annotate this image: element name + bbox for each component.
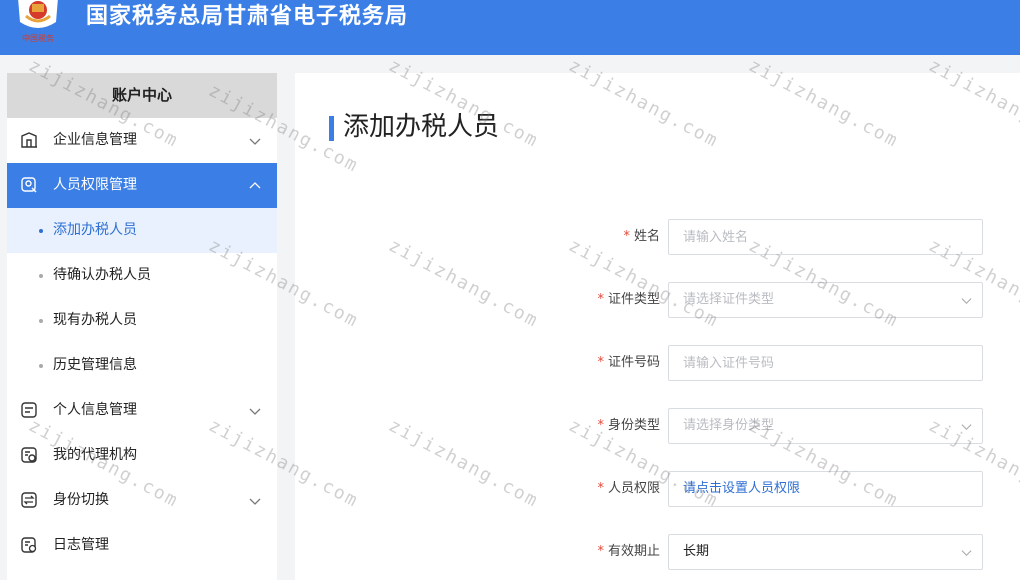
validity-label: * 有效期止 xyxy=(597,544,660,559)
sidebar-item-label: 人员权限管理 xyxy=(53,177,137,193)
validity-select[interactable]: 长期 xyxy=(668,534,983,570)
sidebar-subitem-label: 历史管理信息 xyxy=(53,357,137,373)
chevron-down-icon xyxy=(249,498,261,505)
form-row-id-number: * 证件号码 xyxy=(295,345,1020,381)
building-icon xyxy=(21,132,37,148)
sidebar-subitem-label: 待确认办税人员 xyxy=(53,267,151,283)
bullet-dot xyxy=(39,229,43,233)
sidebar-item-log-management[interactable]: 日志管理 xyxy=(7,523,277,568)
name-input[interactable] xyxy=(683,220,963,254)
chevron-down-icon xyxy=(961,298,972,305)
form-row-permissions: * 人员权限 请点击设置人员权限 xyxy=(295,471,1020,507)
chevron-down-icon xyxy=(961,424,972,431)
identity-type-label: * 身份类型 xyxy=(597,418,660,433)
set-permissions-link[interactable]: 请点击设置人员权限 xyxy=(683,481,800,496)
identity-type-select[interactable]: 请选择身份类型 xyxy=(668,408,983,444)
chevron-down-icon xyxy=(249,408,261,415)
name-field-box xyxy=(668,219,983,255)
id-type-placeholder: 请选择证件类型 xyxy=(683,292,775,307)
main-panel: 添加办税人员 *姓名 *证件类型 请选择证件类型 *证件号码 *身份类型 请选择… xyxy=(295,73,1020,580)
id-type-select[interactable]: 请选择证件类型 xyxy=(668,282,983,318)
profile-card-icon xyxy=(21,402,37,418)
sidebar-item-label: 我的代理机构 xyxy=(53,447,137,463)
bullet-dot xyxy=(39,364,43,368)
bullet-dot xyxy=(39,319,43,323)
chevron-down-icon xyxy=(961,550,972,557)
form-row-name: * 姓名 xyxy=(295,219,1020,255)
required-asterisk: * xyxy=(597,292,604,307)
identity-type-placeholder: 请选择身份类型 xyxy=(683,418,775,433)
bullet-dot xyxy=(39,274,43,278)
permissions-field[interactable]: 请点击设置人员权限 xyxy=(668,471,983,507)
sidebar-subitem-current-tax-staff[interactable]: 现有办税人员 xyxy=(7,298,277,343)
switch-icon xyxy=(21,492,37,508)
log-icon xyxy=(21,537,37,553)
svg-text:中国税务: 中国税务 xyxy=(22,33,54,43)
permissions-label: * 人员权限 xyxy=(597,481,660,496)
id-type-label: * 证件类型 xyxy=(597,292,660,307)
top-header: 中国税务 国家税务总局甘肃省电子税务局 xyxy=(0,0,1020,55)
validity-value: 长期 xyxy=(683,544,710,559)
sidebar-item-label: 身份切换 xyxy=(53,492,109,508)
sidebar-item-label: 个人信息管理 xyxy=(53,402,137,418)
sidebar-title: 账户中心 xyxy=(7,73,277,118)
title-accent-bar xyxy=(329,116,334,141)
sidebar-item-personal-info[interactable]: 个人信息管理 xyxy=(7,388,277,433)
id-number-input[interactable] xyxy=(683,346,963,380)
required-asterisk: * xyxy=(597,481,604,496)
sidebar-item-label: 企业信息管理 xyxy=(53,132,137,148)
form-row-id-type: * 证件类型 请选择证件类型 xyxy=(295,282,1020,318)
sidebar-item-label: 日志管理 xyxy=(53,537,109,553)
sidebar-item-identity-switch[interactable]: 身份切换 xyxy=(7,478,277,523)
required-asterisk: * xyxy=(597,418,604,433)
tax-emblem-logo: 中国税务 xyxy=(18,0,58,43)
required-asterisk: * xyxy=(597,544,604,559)
required-asterisk: * xyxy=(623,229,630,244)
sidebar-subitem-add-tax-staff[interactable]: 添加办税人员 xyxy=(7,208,277,253)
sidebar-subitem-label: 添加办税人员 xyxy=(53,222,137,238)
sidebar-subitem-pending-tax-staff[interactable]: 待确认办税人员 xyxy=(7,253,277,298)
chevron-down-icon xyxy=(249,138,261,145)
sidebar-item-my-agency[interactable]: 我的代理机构 xyxy=(7,433,277,478)
sidebar-subitem-history[interactable]: 历史管理信息 xyxy=(7,343,277,388)
sidebar-item-enterprise-info[interactable]: 企业信息管理 xyxy=(7,118,277,163)
sidebar-item-personnel-permissions[interactable]: 人员权限管理 xyxy=(7,163,277,208)
sidebar-subitem-label: 现有办税人员 xyxy=(53,312,137,328)
id-number-label: * 证件号码 xyxy=(597,355,660,370)
agency-icon xyxy=(21,447,37,463)
form-row-identity-type: * 身份类型 请选择身份类型 xyxy=(295,408,1020,444)
site-title: 国家税务总局甘肃省电子税务局 xyxy=(86,4,409,29)
chevron-up-icon xyxy=(249,182,261,189)
required-asterisk: * xyxy=(597,355,604,370)
form-row-validity: * 有效期止 长期 xyxy=(295,534,1020,570)
page-title: 添加办税人员 xyxy=(343,112,500,142)
sidebar: 账户中心 企业信息管理 人员权限管理 添加办税人员 待确认办税人员 现有办税人员 xyxy=(7,73,277,580)
name-label: * 姓名 xyxy=(623,229,660,244)
id-number-field-box xyxy=(668,345,983,381)
user-permission-icon xyxy=(21,177,37,193)
